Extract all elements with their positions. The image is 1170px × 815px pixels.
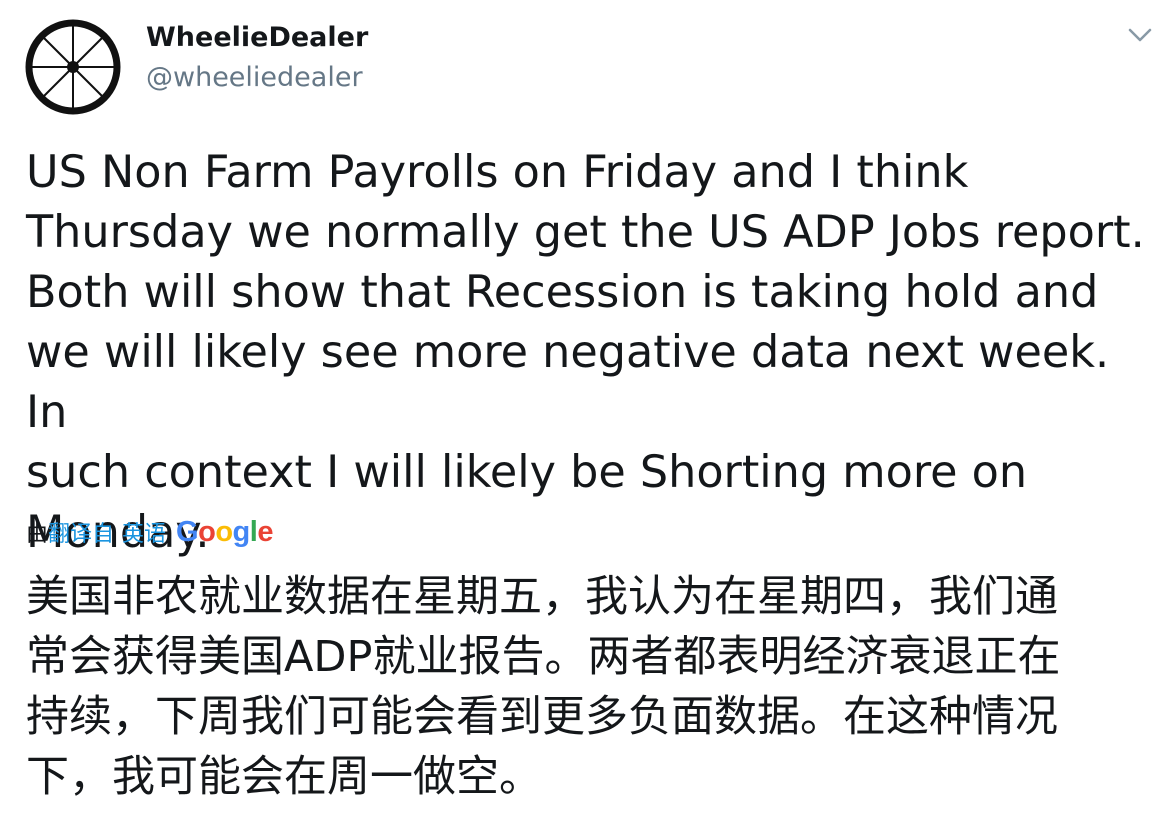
translation-attribution: 由 翻译自 英语 Google	[26, 512, 273, 552]
google-logo[interactable]: Google	[176, 516, 273, 549]
wheel-icon	[25, 19, 121, 115]
source-language-link[interactable]: 英语	[122, 516, 166, 548]
translated-by-label: 由	[26, 522, 49, 547]
translated-from-link[interactable]: 翻译自	[48, 516, 114, 548]
tweet-text: US Non Farm Payrolls on Friday and I thi…	[26, 147, 1145, 558]
author-handle[interactable]: @wheeliedealer	[146, 62, 363, 93]
tweet-menu-button[interactable]	[1125, 24, 1155, 46]
translated-tweet-text: 美国非农就业数据在星期五，我认为在星期四，我们通 常会获得美国ADP就业报告。两…	[26, 572, 1061, 802]
author-display-name[interactable]: WheelieDealer	[146, 22, 368, 53]
avatar[interactable]	[24, 18, 122, 116]
chevron-down-icon	[1128, 28, 1152, 42]
